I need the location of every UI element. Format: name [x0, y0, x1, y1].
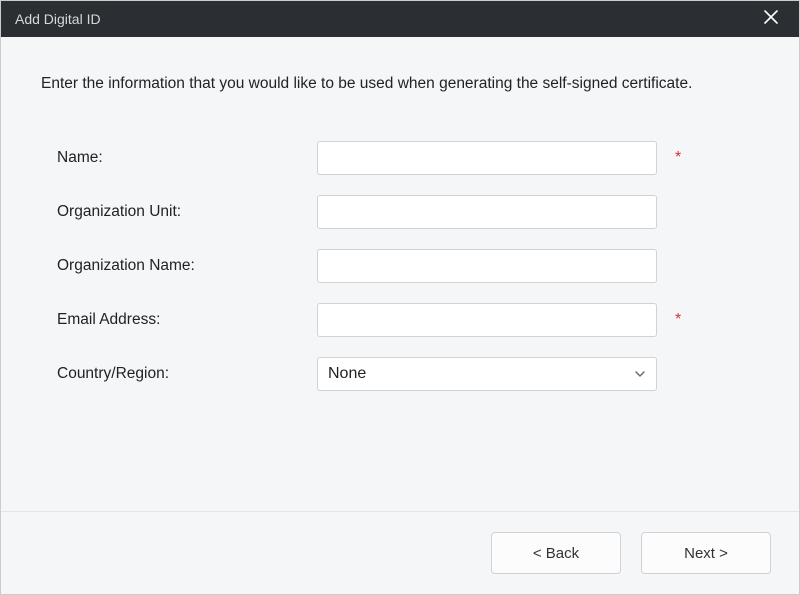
org-name-input[interactable] — [317, 249, 657, 283]
titlebar: Add Digital ID — [1, 1, 799, 37]
country-selected-value: None — [328, 365, 366, 383]
form-row-name: Name: * — [57, 141, 719, 175]
back-button-label: < Back — [533, 545, 579, 562]
required-indicator: * — [675, 311, 685, 329]
form-row-country: Country/Region: None — [57, 357, 719, 391]
chevron-down-icon — [634, 368, 646, 380]
dialog-title: Add Digital ID — [15, 11, 101, 27]
org-name-label: Organization Name: — [57, 257, 317, 275]
email-label: Email Address: — [57, 311, 317, 329]
form-row-email: Email Address: * — [57, 303, 719, 337]
next-button-label: Next > — [684, 545, 728, 562]
country-select[interactable]: None — [317, 357, 657, 391]
dialog-content: Enter the information that you would lik… — [1, 37, 799, 511]
required-indicator: * — [675, 149, 685, 167]
name-label: Name: — [57, 149, 317, 167]
country-label: Country/Region: — [57, 365, 317, 383]
form-row-org-unit: Organization Unit: — [57, 195, 719, 229]
close-icon — [764, 10, 778, 29]
form-row-org-name: Organization Name: — [57, 249, 719, 283]
dialog-footer: < Back Next > — [1, 511, 799, 594]
email-input[interactable] — [317, 303, 657, 337]
back-button[interactable]: < Back — [491, 532, 621, 574]
instruction-text: Enter the information that you would lik… — [41, 75, 759, 93]
org-unit-label: Organization Unit: — [57, 203, 317, 221]
org-unit-input[interactable] — [317, 195, 657, 229]
add-digital-id-dialog: Add Digital ID Enter the information tha… — [0, 0, 800, 595]
close-button[interactable] — [757, 5, 785, 33]
next-button[interactable]: Next > — [641, 532, 771, 574]
name-input[interactable] — [317, 141, 657, 175]
certificate-form: Name: * Organization Unit: Organization … — [41, 141, 759, 391]
